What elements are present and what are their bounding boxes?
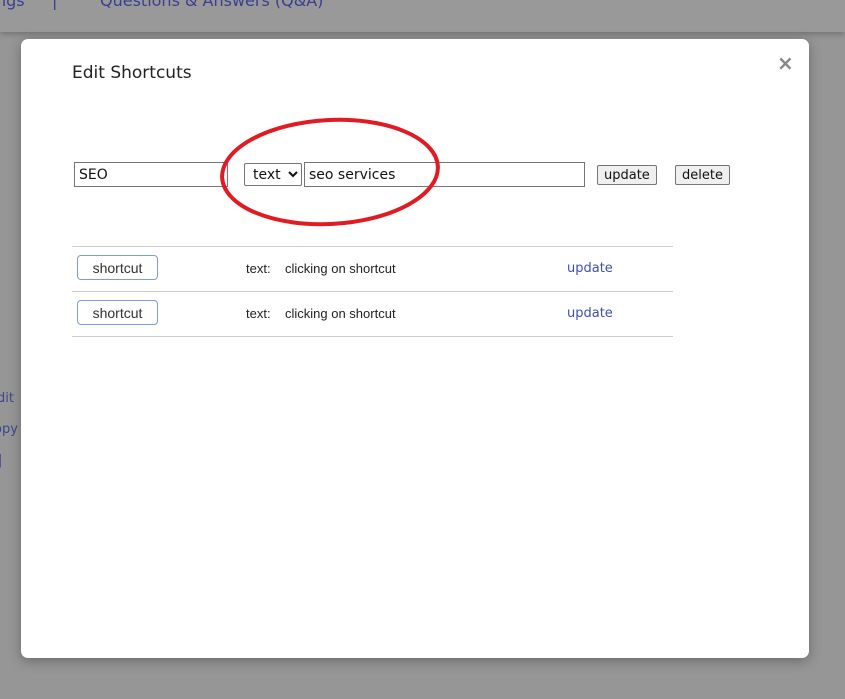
shortcut-text: clicking on shortcut bbox=[285, 306, 396, 321]
type-label: text: bbox=[246, 261, 271, 276]
shortcut-name-input[interactable] bbox=[74, 162, 228, 187]
shortcut-button[interactable]: shortcut bbox=[77, 255, 158, 280]
bg-bar: | bbox=[0, 453, 3, 468]
update-link[interactable]: update bbox=[567, 261, 613, 276]
top-nav-bar: ngs | Questions & Answers (Q&A) bbox=[0, 0, 845, 32]
list-item: shortcut text: clicking on shortcut upda… bbox=[72, 246, 673, 291]
list-item: shortcut text: clicking on shortcut upda… bbox=[72, 291, 673, 337]
red-circle-annotation bbox=[220, 117, 440, 227]
shortcuts-list: shortcut text: clicking on shortcut upda… bbox=[72, 246, 673, 337]
shortcut-button[interactable]: shortcut bbox=[77, 300, 158, 325]
nav-link-settings[interactable]: ngs bbox=[0, 0, 25, 10]
nav-link-qa[interactable]: Questions & Answers (Q&A) bbox=[100, 0, 323, 10]
bg-copy-link[interactable]: opy bbox=[0, 422, 18, 437]
type-label: text: bbox=[246, 306, 271, 321]
shortcut-text: clicking on shortcut bbox=[285, 261, 396, 276]
update-button[interactable]: update bbox=[597, 165, 657, 185]
delete-button[interactable]: delete bbox=[675, 165, 730, 185]
update-link[interactable]: update bbox=[567, 306, 613, 321]
nav-separator: | bbox=[52, 0, 58, 10]
bg-edit-link[interactable]: dit bbox=[0, 391, 14, 406]
close-icon[interactable]: × bbox=[777, 51, 794, 75]
modal-title: Edit Shortcuts bbox=[72, 63, 192, 83]
